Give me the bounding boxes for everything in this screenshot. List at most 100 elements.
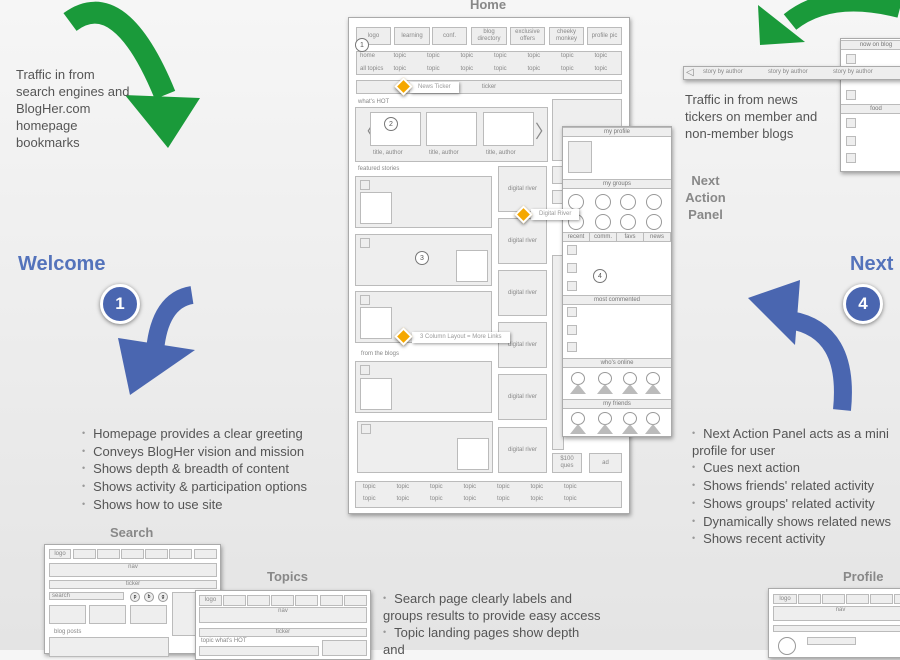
nav-bar: nav [773,606,900,621]
hot-caption: title, author [429,150,459,156]
avatar-body [622,424,638,434]
hot-thumbnail [426,112,477,146]
checkbox [567,342,577,352]
now-on-blog-header: now on blog [841,40,900,50]
hot-box [199,646,319,656]
nav-box [169,549,192,559]
result-box [89,605,126,624]
hot-thumbnail [483,112,534,146]
topic-link: topic [494,53,507,59]
my-profile-header: my profile [563,127,671,137]
logo-box: logo [49,549,71,559]
ticker-story: story by author [768,69,808,75]
topic-link: topic [561,66,574,72]
nav-3: blog directory [471,27,507,45]
topic-link: topic [460,53,474,59]
step-1-marker: 1 [355,38,369,52]
ticker-story: story by author [703,69,743,75]
bottom-topic-link: topic [430,484,443,490]
topic-link: topic [561,53,574,59]
tab-comm.: comm. [590,232,617,242]
topic-link: topic [427,66,440,72]
search-p-button: p [130,592,140,602]
group-icon [595,194,611,210]
checkbox [846,54,856,64]
my-friends-header: my friends [563,399,671,409]
checkbox [846,136,856,146]
checkbox [360,295,370,305]
topic-link: topic [393,66,407,72]
group-icon [595,214,611,230]
digital-river-ad: digital river [498,218,547,264]
bottom-topic-link: topic [463,484,477,490]
whats-hot-label: what's HOT [358,99,390,105]
my-groups-header: my groups [563,179,671,189]
group-icon [646,194,662,210]
topic-whats-hot-label: topic what's HOT [201,638,247,644]
bottom-topic-link: topic [363,496,376,502]
food-header: food [841,104,900,114]
bottom-topic-link: topic [396,484,410,490]
from-the-blogs-label: from the blogs [361,351,400,357]
topic-link: topic [527,53,541,59]
blog-posts-box [49,637,169,657]
nav-2: conf. [432,27,467,45]
nav-box [320,595,343,606]
bottom-topic-link: topic [564,484,577,490]
checkbox [567,263,577,273]
digital-river-callout: Digital River [531,209,580,220]
nav-box [145,549,168,559]
checkbox [360,180,370,190]
nav-box [97,549,120,559]
ad-box: ad [589,453,622,473]
avatar-body [645,384,661,394]
bottom-topic-link: topic [497,484,510,490]
topic-link: topic [594,66,608,72]
nav-box [894,594,900,604]
nav-box [798,594,821,604]
nav-box [223,595,246,606]
nav-bar: nav [49,563,217,577]
avatar-body [645,424,661,434]
topic-link: topic [427,53,440,59]
step-3-marker: 3 [415,251,429,265]
nav-box [344,595,367,606]
nav-box [73,549,96,559]
avatar-body [570,424,586,434]
checkbox [360,238,370,248]
avatar-body [570,384,586,394]
bottom-topic-link: topic [463,496,477,502]
question-box: $100 ques [552,453,582,473]
tab-recent: recent [563,232,590,242]
bottom-topic-link: topic [363,484,376,490]
nav-6: profile pic [587,27,622,45]
ticker-bar [773,625,900,632]
result-box [49,605,86,624]
blog-image [360,378,392,410]
blog-image [457,438,489,470]
digital-river-ad: digital river [498,270,547,316]
nav-box [121,549,144,559]
story-image [456,250,488,282]
tab-favs: favs [617,232,644,242]
digital-river-ad: digital river [498,374,547,420]
topic-link: topic [393,53,407,59]
checkbox [361,424,371,434]
nav-box [870,594,893,604]
topic-link: home [360,53,376,59]
blog-posts-label: blog posts [54,629,82,635]
digital-river-ad: digital river [498,322,547,368]
checkbox [567,245,577,255]
nav-box [822,594,845,604]
topic-link: topic [494,66,507,72]
ticker-bar: ticker [199,628,367,637]
side-box [322,640,367,656]
search-field: search [49,592,124,600]
search-g-button: g [158,592,168,602]
most-commented-header: most commented [563,295,671,305]
nav-1: learning [394,27,430,45]
topic-link: all topics [360,66,384,72]
nav-box [295,595,318,606]
ticker-story: story by author [833,69,873,75]
carousel-right-arrow: 〉 [535,122,553,142]
